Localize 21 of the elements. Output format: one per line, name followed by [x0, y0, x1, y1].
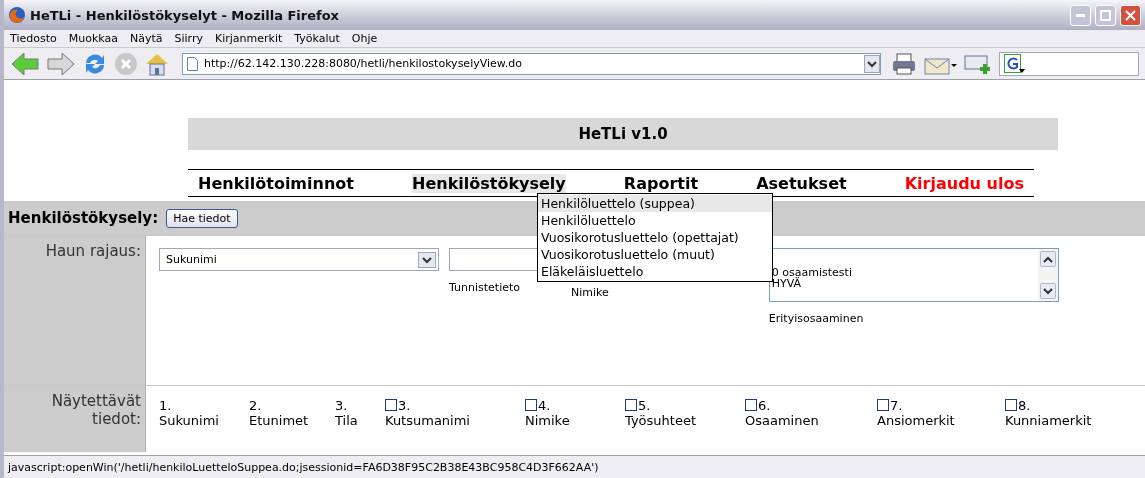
field-label: Nimike	[525, 413, 570, 428]
field-number: 1.	[159, 398, 172, 413]
status-text: javascript:openWin('/hetli/henkiloLuetteloSuppea.do;jsessionid=FA6D38F95C2B38E43BC958C4D3F662AA')	[4, 455, 1145, 478]
app-title: HeTLi v1.0	[188, 118, 1058, 150]
field-number: 2.	[249, 398, 262, 413]
field-label: Erityisosaaminen	[768, 312, 864, 325]
field-number: 3.	[335, 398, 348, 413]
section-title: Henkilöstökysely:	[8, 209, 159, 227]
field-label: Nimike	[571, 286, 609, 299]
field-label: Kunniamerkit	[1005, 413, 1092, 428]
field-label: Ansiomerkit	[877, 413, 955, 428]
field-label: Tila	[335, 413, 358, 428]
field-label: Osaaminen	[745, 413, 819, 428]
window-title: HeTLi - Henkilöstökyselyt - Mozilla Firefox	[30, 7, 340, 23]
field-label: Tunnistetieto	[449, 281, 520, 294]
field-label: Työsuhteet	[625, 413, 696, 428]
field-label: Kutsumanimi	[385, 413, 470, 428]
field-label: Sukunimi	[159, 413, 219, 428]
field-label: Etunimet	[249, 413, 309, 428]
row-label: Haun rajaus:	[45, 242, 141, 260]
row-label: Näytettävät tiedot:	[51, 392, 141, 428]
